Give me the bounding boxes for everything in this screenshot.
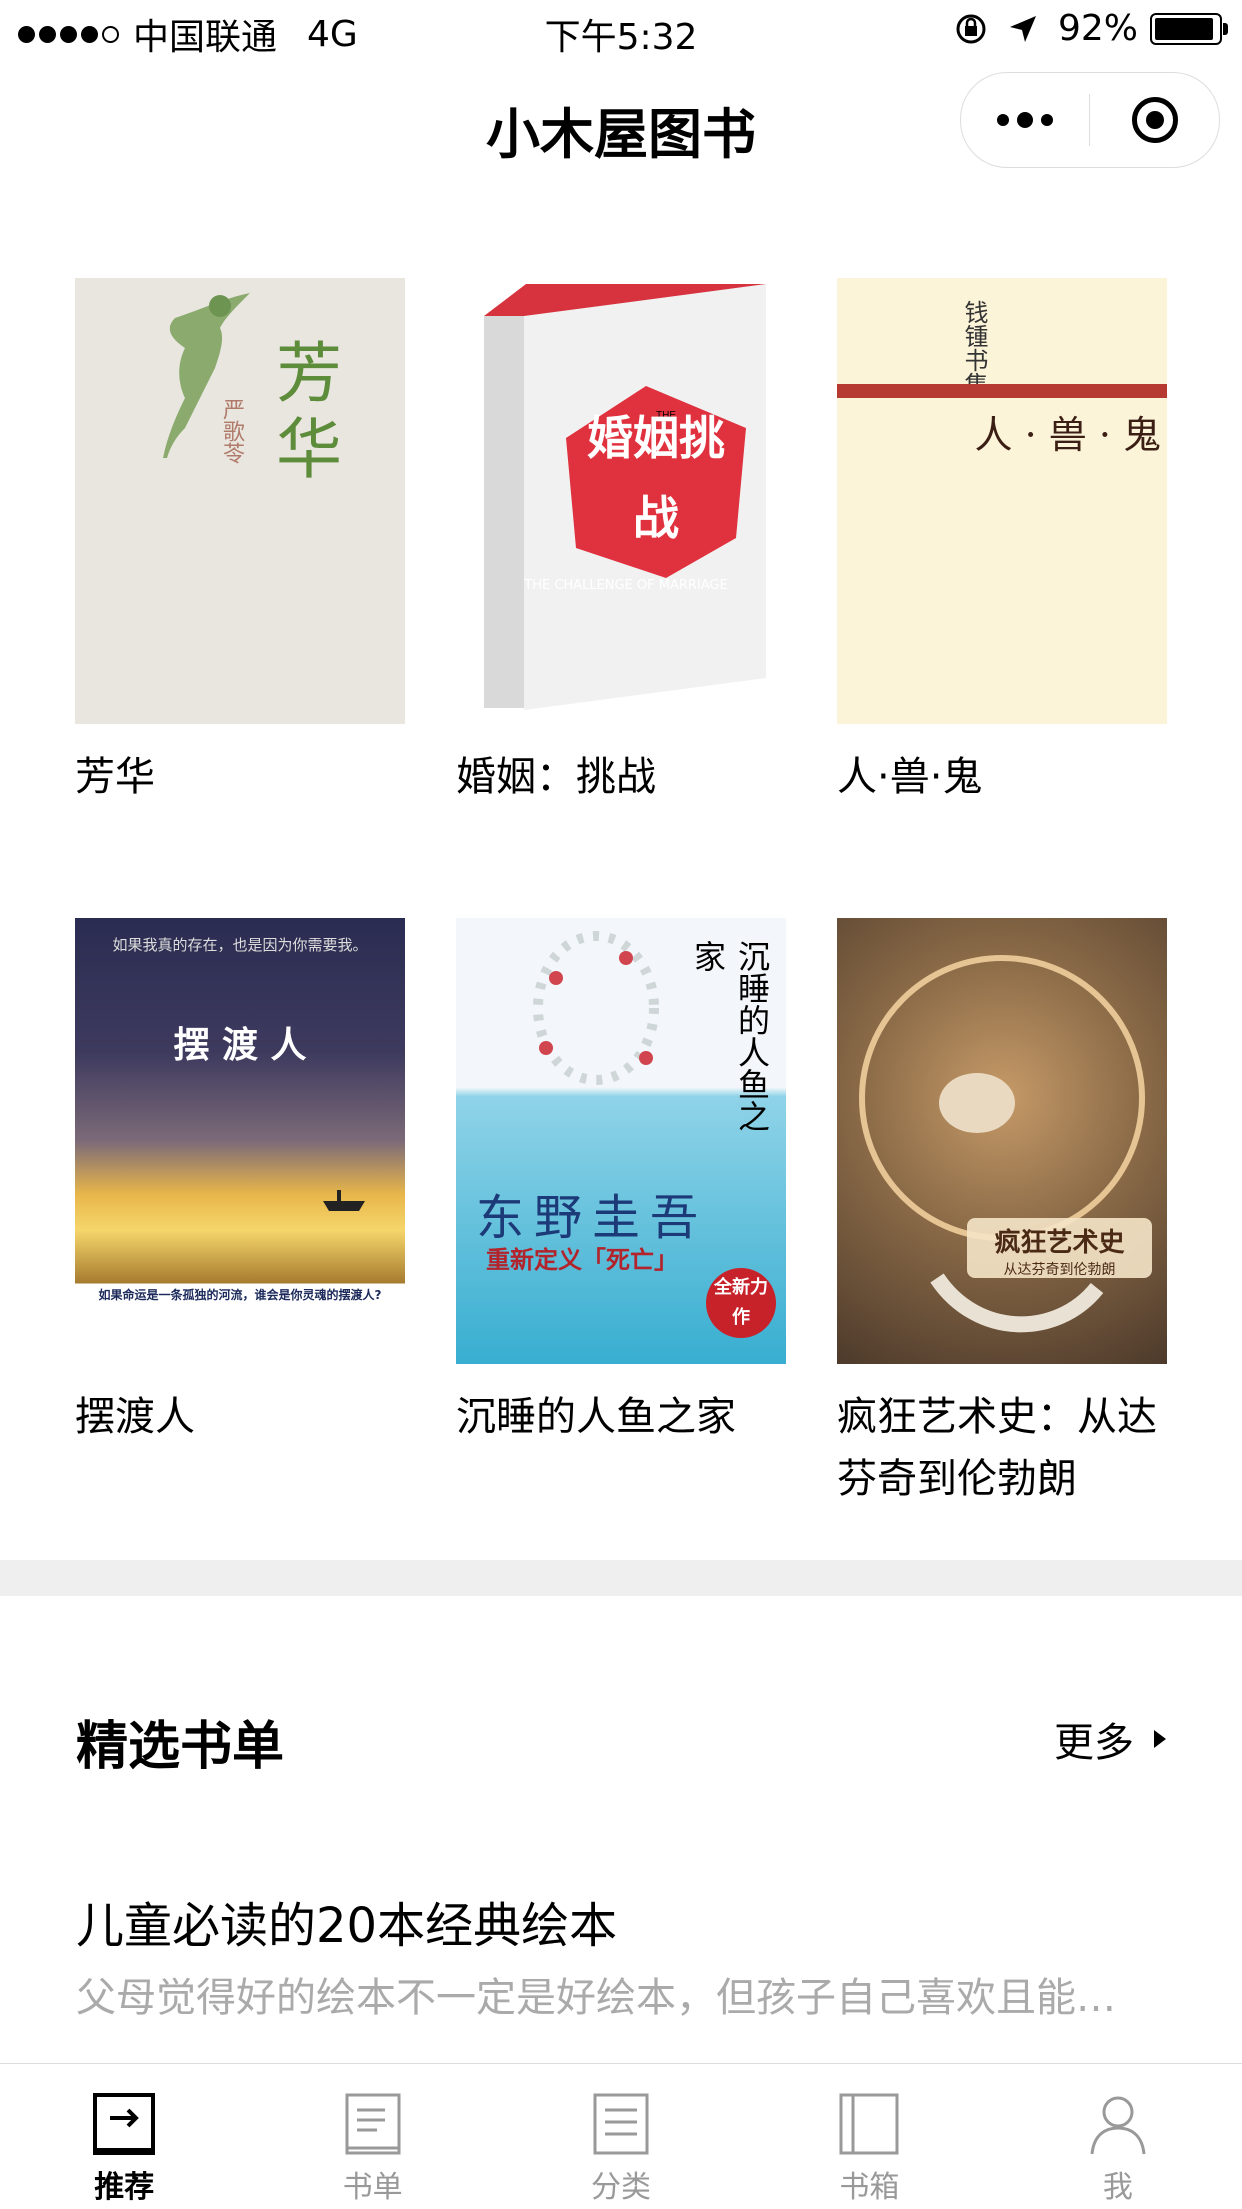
cover-subtitle: 从达芬奇到伦勃朗 <box>1003 1262 1116 1278</box>
tab-label: 分类 <box>591 2170 652 2205</box>
orientation-lock-icon <box>956 14 986 43</box>
book-card[interactable]: 钱锺书集 人 · 兽 · 鬼 人·兽·鬼 <box>837 278 1167 808</box>
cover-title: 人 · 兽 · 鬼 <box>974 413 1161 457</box>
book-cover[interactable]: 如果我真的存在，也是因为你需要我。 摆 渡 人 如果命运是一条孤独的河流，谁会是… <box>75 918 405 1364</box>
status-bar: 中国联通 4G 下午5:32 92% <box>0 0 1242 64</box>
book-cover[interactable]: THE 婚姻挑战 THE CHALLENGE OF MARRIAGE <box>456 278 786 724</box>
booklist-description[interactable]: 父母觉得好的绘本不一定是好绘本，但孩子自己喜欢且能… <box>76 1965 1166 2023</box>
close-mini-program-button[interactable] <box>1090 97 1219 143</box>
dancer-illustration <box>163 293 250 458</box>
location-icon <box>1009 15 1036 42</box>
book-card[interactable]: 如果我真的存在，也是因为你需要我。 摆 渡 人 如果命运是一条孤独的河流，谁会是… <box>75 918 405 1448</box>
cover-title: 沉睡的人鱼之家 <box>689 940 771 1132</box>
category-icon <box>593 2093 649 2155</box>
book-cover[interactable]: 疯狂艺术史 从达芬奇到伦勃朗 <box>837 918 1167 1364</box>
cover-author: 东野圭吾 <box>476 1190 709 1246</box>
cover-series: 钱锺书集 <box>960 300 988 396</box>
booklist-title[interactable]: 儿童必读的20本经典绘本 <box>76 1886 617 1956</box>
tab-category[interactable]: 分类 <box>497 2064 745 2209</box>
more-link[interactable]: 更多 <box>1054 1710 1166 1768</box>
tab-label: 推荐 <box>94 2170 155 2205</box>
cover-stripe <box>837 384 1167 398</box>
cover-title: 婚姻挑战 <box>587 411 725 545</box>
book-title[interactable]: 沉睡的人鱼之家 <box>456 1386 786 1448</box>
art-history-illustration <box>859 955 1145 1333</box>
cover-title: 芳华 <box>265 338 342 490</box>
mini-program-capsule <box>960 72 1220 168</box>
more-label: 更多 <box>1054 1720 1134 1766</box>
status-right: 92% <box>954 8 1228 49</box>
tab-label: 书单 <box>342 2170 403 2205</box>
battery-icon <box>1150 12 1228 45</box>
battery-label: 92% <box>1057 8 1138 49</box>
cover-subtitle: THE CHALLENGE OF MARRIAGE <box>524 578 728 593</box>
cover-title: 疯狂艺术史 <box>994 1228 1125 1258</box>
book-title[interactable]: 疯狂艺术史：从达芬奇到伦勃朗 <box>837 1386 1167 1510</box>
tab-label: 我 <box>1102 2170 1133 2205</box>
book-title[interactable]: 人·兽·鬼 <box>837 746 1167 808</box>
tab-recommend[interactable]: 推荐 <box>0 2064 248 2209</box>
book-title[interactable]: 婚姻：挑战 <box>456 746 786 808</box>
section-title: 精选书单 <box>76 1717 285 1777</box>
cover-tagline: 如果命运是一条孤独的河流，谁会是你灵魂的摆渡人? <box>98 1288 382 1302</box>
section-header: 精选书单 更多 <box>76 1704 1166 1779</box>
cover-label-box: 疯狂艺术史 从达芬奇到伦勃朗 <box>967 1218 1152 1278</box>
book-card[interactable]: 芳华 严歌苓 芳华 <box>75 278 405 808</box>
user-icon <box>1090 2096 1146 2155</box>
tab-me[interactable]: 我 <box>994 2064 1242 2209</box>
tab-bookbox[interactable]: 书箱 <box>745 2064 993 2209</box>
cover-author: 严歌苓 <box>219 398 244 464</box>
book-cover[interactable]: 钱锺书集 人 · 兽 · 鬼 <box>837 278 1167 724</box>
book-title[interactable]: 摆渡人 <box>75 1386 405 1448</box>
book-card[interactable]: 疯狂艺术史 从达芬奇到伦勃朗 疯狂艺术史：从达芬奇到伦勃朗 <box>837 918 1167 1510</box>
booklist-icon <box>345 2093 401 2155</box>
more-menu-button[interactable] <box>961 112 1089 128</box>
bookbox-icon <box>839 2093 899 2155</box>
book-cover[interactable]: 沉睡的人鱼之家 东野圭吾 重新定义「死亡」 全新力作 <box>456 918 786 1364</box>
nav-bar: 小木屋图书 <box>0 64 1242 184</box>
tab-booklist[interactable]: 书单 <box>248 2064 496 2209</box>
book-card[interactable]: 沉睡的人鱼之家 东野圭吾 重新定义「死亡」 全新力作 沉睡的人鱼之家 <box>456 918 786 1448</box>
book-title[interactable]: 芳华 <box>75 746 405 808</box>
tab-label: 书箱 <box>839 2170 900 2205</box>
target-icon <box>1131 97 1178 143</box>
book-card[interactable]: THE 婚姻挑战 THE CHALLENGE OF MARRIAGE 婚姻：挑战 <box>456 278 786 808</box>
cover-tagline: 重新定义「死亡」 <box>486 1246 678 1274</box>
book-cover[interactable]: 芳华 严歌苓 <box>75 278 405 724</box>
cover-badge: 全新力作 <box>706 1268 776 1338</box>
tab-bar: 推荐 书单 分类 书箱 我 <box>0 2063 1242 2209</box>
chevron-right-icon <box>1154 1730 1166 1748</box>
section-divider <box>0 1560 1242 1596</box>
recommend-icon <box>93 2093 156 2155</box>
